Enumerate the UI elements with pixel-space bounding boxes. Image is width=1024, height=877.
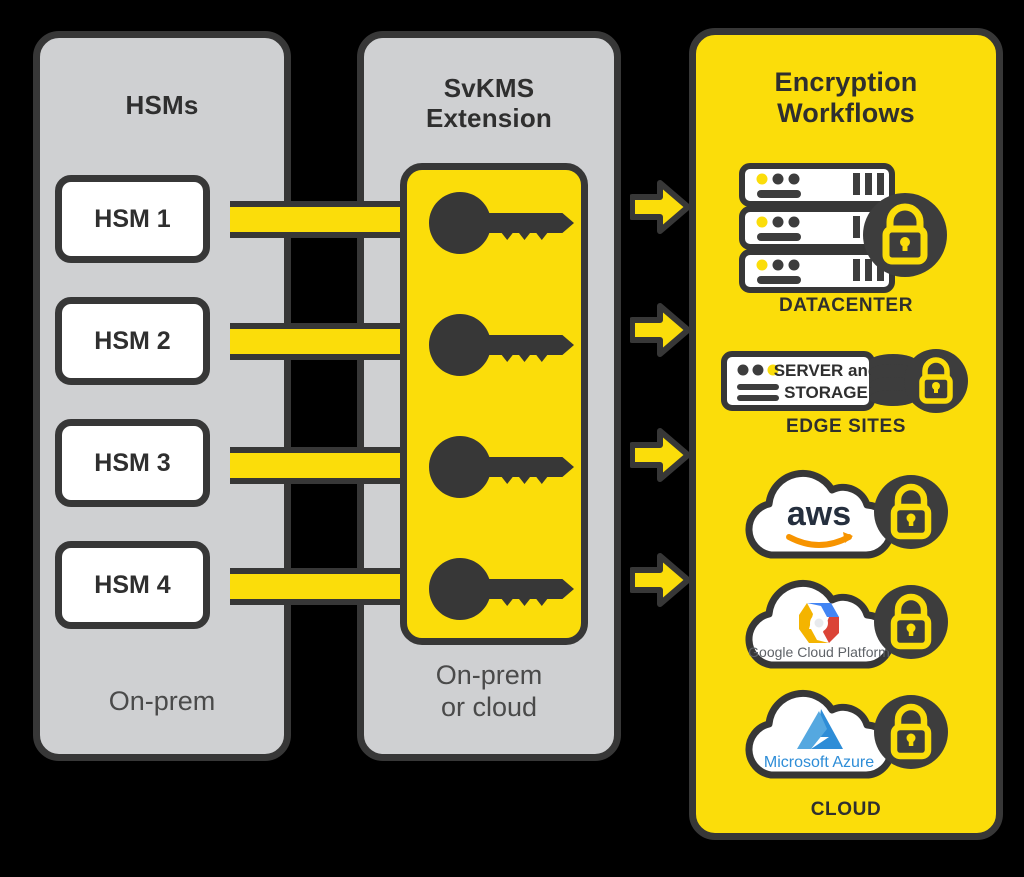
workflow-label-edge-sites: EDGE SITES [785,416,907,437]
panel-workflows-title-line2: Workflows [777,98,915,129]
connector-hsm-4 [230,568,410,605]
hsm-box-1[interactable]: HSM 1 [55,175,210,263]
flow-arrow-2 [630,303,690,357]
connector-hsm-3 [230,447,410,484]
aws-wordmark: aws [787,495,851,533]
panel-hsms: HSMs On-prem [33,31,291,761]
panel-hsms-title: HSMs [125,90,199,120]
key-icon-3 [429,436,574,498]
hsm-box-4[interactable]: HSM 4 [55,541,210,629]
diagram-canvas: HSMs On-prem HSM 1 HSM 2 HSM 3 HSM 4 SvK… [0,0,1024,877]
flow-arrow-3 [630,428,690,482]
panel-svkms-footer-line1: On-prem [435,660,543,691]
workflow-group-datacenter[interactable]: DATACENTER [696,163,996,317]
panel-workflows-title: Encryption Workflows [696,67,996,130]
lock-badge-icon [874,695,948,769]
panel-hsms-footer: On-prem [108,686,216,717]
panel-svkms-title-line2: Extension [425,103,553,134]
flow-arrow-1 [630,180,690,234]
key-icon-2 [429,314,574,376]
panel-svkms-footer: On-prem or cloud [364,660,614,724]
panel-svkms-title-line1: SvKMS [443,73,535,103]
key-icon-4 [429,558,574,620]
server-badge-line2: STORAGE [784,383,868,402]
panel-svkms-footer-line2: or cloud [440,692,538,723]
lock-badge-icon [904,349,968,413]
workflow-label-datacenter: DATACENTER [778,295,914,316]
microsoft-azure-cloud-icon: Microsoft Azure [745,690,948,779]
lock-badge-icon [874,475,948,549]
connector-hsm-1 [230,201,410,238]
hsm-box-2[interactable]: HSM 2 [55,297,210,385]
server-badge-line1: SERVER and [774,361,879,380]
server-rack-icon [738,163,947,293]
key-icon-1 [429,192,574,254]
workflow-group-cloud[interactable]: aws Google Cloud Platform Microsoft Azur… [696,467,996,821]
panel-svkms-title: SvKMS Extension [364,73,614,133]
aws-cloud-icon: aws [745,470,948,559]
lock-badge-icon [874,585,948,659]
panel-encryption-workflows: Encryption Workflows DATACENTER SERVER a… [689,28,1003,840]
panel-workflows-title-line1: Encryption [774,67,918,97]
flow-arrow-4 [630,553,690,607]
server-and-storage-icon: SERVER and STORAGE [721,349,968,413]
gcp-wordmark: Google Cloud Platform [748,644,890,660]
key-container [400,163,588,645]
workflow-label-cloud: CLOUD [810,799,882,820]
hsm-box-3[interactable]: HSM 3 [55,419,210,507]
azure-wordmark: Microsoft Azure [764,754,874,771]
connector-hsm-2 [230,323,410,360]
lock-badge-icon [862,193,947,277]
google-cloud-platform-cloud-icon: Google Cloud Platform [745,580,948,669]
workflow-group-edge-sites[interactable]: SERVER and STORAGE EDGE SITES [696,348,996,438]
